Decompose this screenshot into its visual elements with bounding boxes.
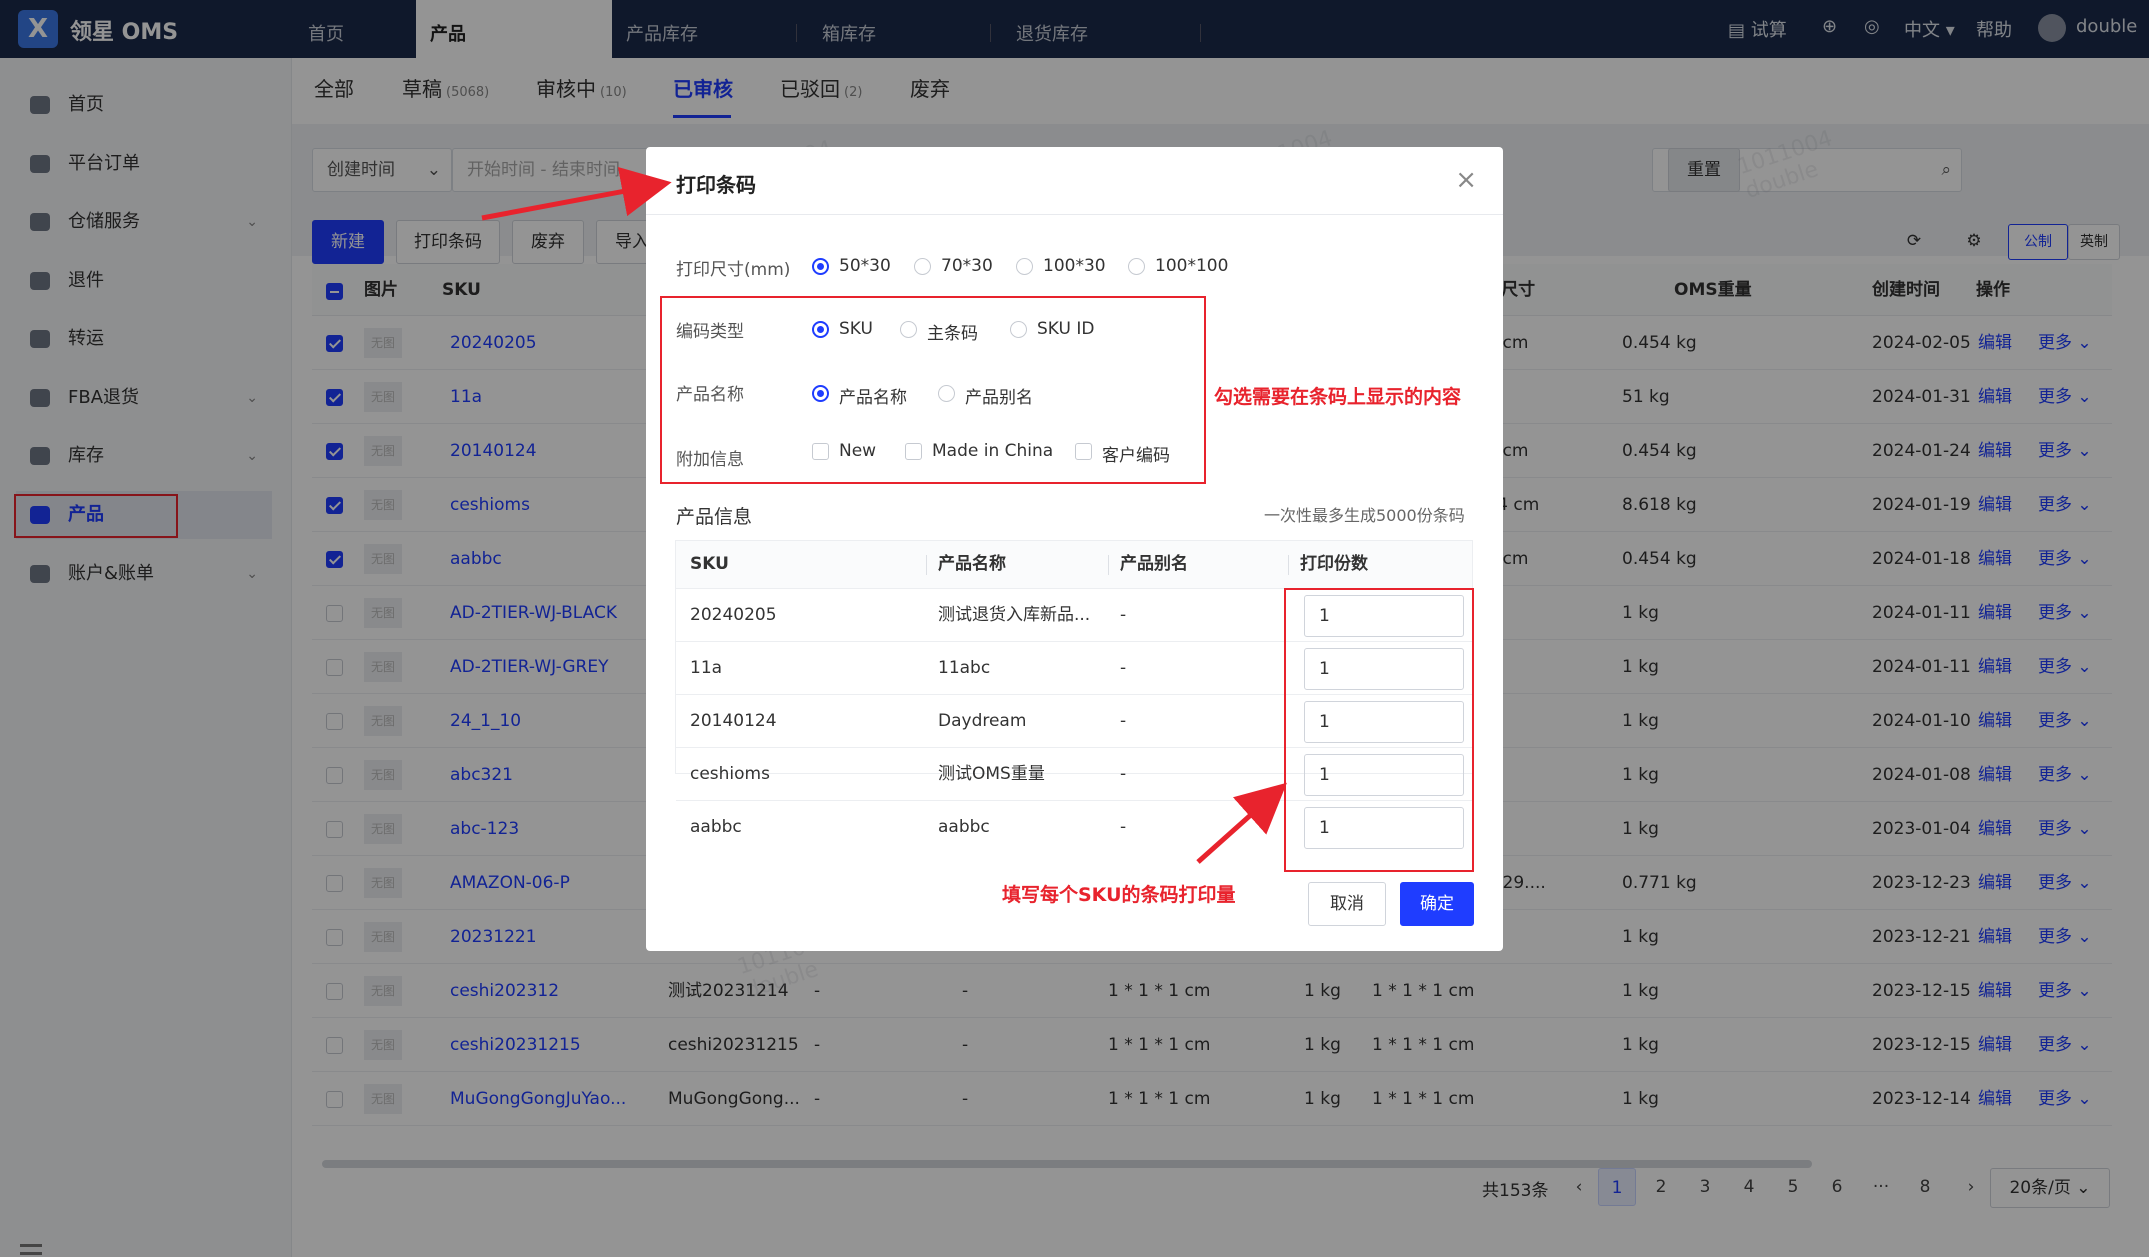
size-radio-100x30[interactable]: [1016, 258, 1033, 275]
product-alias: -: [1120, 658, 1127, 678]
product-name: 11abc: [938, 658, 991, 678]
divider: [646, 214, 1503, 215]
product-alias: -: [1120, 711, 1127, 731]
annotation-quantity-hint: 填写每个SKU的条码打印量: [1002, 884, 1236, 906]
product-sku: 20240205: [690, 605, 777, 625]
product-alias: -: [1120, 764, 1127, 784]
product-sku: aabbc: [690, 817, 742, 837]
dialog-title: 打印条码: [676, 173, 756, 197]
limit-note: 一次性最多生成5000份条码: [1264, 506, 1465, 525]
product-name: Daydream: [938, 711, 1027, 731]
highlight-print-quantity: [1284, 588, 1474, 872]
size-radio-50x30[interactable]: [812, 258, 829, 275]
product-name: aabbc: [938, 817, 990, 837]
cancel-button[interactable]: 取消: [1308, 882, 1386, 926]
product-sku: ceshioms: [690, 764, 770, 784]
confirm-button[interactable]: 确定: [1400, 882, 1474, 926]
product-alias: -: [1120, 605, 1127, 625]
close-icon[interactable]: ×: [1455, 165, 1477, 195]
print-size-label: 打印尺寸(mm): [676, 260, 791, 280]
product-name: 测试退货入库新品...: [938, 605, 1091, 625]
size-radio-100x100[interactable]: [1128, 258, 1145, 275]
product-alias: -: [1120, 817, 1127, 837]
highlight-barcode-content-options: [660, 296, 1206, 484]
product-info-header: SKU 产品名称 产品别名 打印份数: [676, 541, 1472, 588]
annotation-content-hint: 勾选需要在条码上显示的内容: [1214, 386, 1462, 408]
product-sku: 11a: [690, 658, 723, 678]
product-name: 测试OMS重量: [938, 764, 1045, 784]
product-sku: 20140124: [690, 711, 777, 731]
size-radio-70x30[interactable]: [914, 258, 931, 275]
product-info-label: 产品信息: [676, 506, 753, 528]
